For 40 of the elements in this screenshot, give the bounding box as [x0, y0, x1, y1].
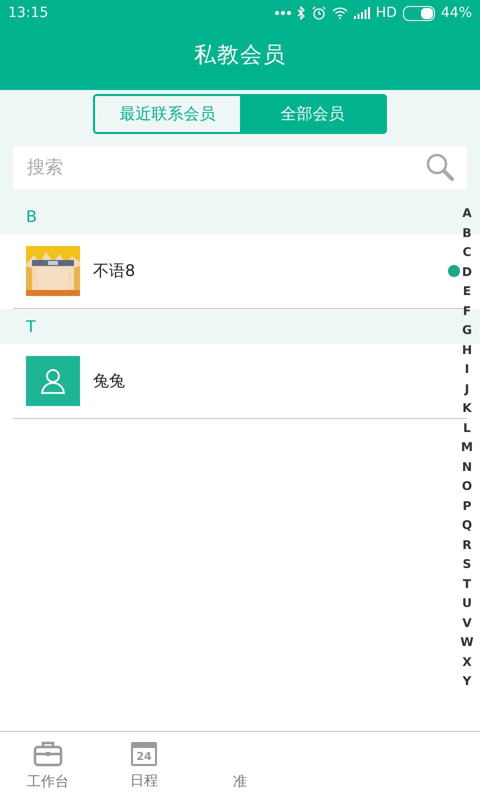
index-letter[interactable]: V [462, 614, 472, 633]
index-letter[interactable]: G [462, 321, 472, 340]
index-letter[interactable]: S [462, 555, 472, 574]
index-letter[interactable]: L [463, 418, 471, 438]
search-icon[interactable] [425, 152, 455, 182]
index-letter[interactable]: X [462, 652, 472, 672]
page-title: 私教会员 [193, 42, 287, 70]
index-letter[interactable]: N [462, 458, 472, 477]
index-letter[interactable]: W [460, 633, 474, 652]
index-letter[interactable]: Q [462, 516, 472, 536]
calendar-icon: 24 [131, 742, 157, 766]
briefcase-icon [33, 741, 63, 767]
index-letter[interactable]: M [461, 438, 473, 458]
signal-icon [354, 7, 370, 19]
index-letter[interactable]: R [462, 536, 472, 555]
index-letter[interactable]: J [464, 380, 470, 399]
member-name: 兔兔 [93, 370, 126, 392]
more-dots-icon [274, 10, 291, 16]
nav-item[interactable]: 24 日程 [96, 732, 192, 800]
index-letter[interactable]: T [462, 574, 472, 594]
index-letter[interactable]: Y [462, 672, 472, 692]
nav-item[interactable]: 准 [192, 732, 288, 800]
nav-item[interactable]: 工作台 [0, 732, 96, 800]
section-letter: T [26, 317, 36, 336]
battery-icon [402, 6, 435, 20]
status-time: 13:15 [8, 5, 48, 21]
index-letter[interactable]: I [464, 360, 470, 380]
index-letter[interactable]: P [462, 496, 472, 516]
index-letter[interactable]: A [462, 204, 472, 224]
section-letter: B [26, 207, 37, 226]
battery-percent: 44% [440, 5, 472, 21]
network-type: HD [376, 5, 397, 21]
index-letter[interactable]: U [462, 594, 472, 614]
alarm-icon [312, 6, 326, 20]
wifi-icon [332, 7, 348, 19]
member-name: 不语8 [93, 260, 136, 282]
bluetooth-icon [296, 6, 306, 20]
avatar-icon [26, 356, 80, 406]
index-letter[interactable]: O [462, 477, 472, 496]
search-field[interactable]: 搜索 [13, 146, 467, 189]
